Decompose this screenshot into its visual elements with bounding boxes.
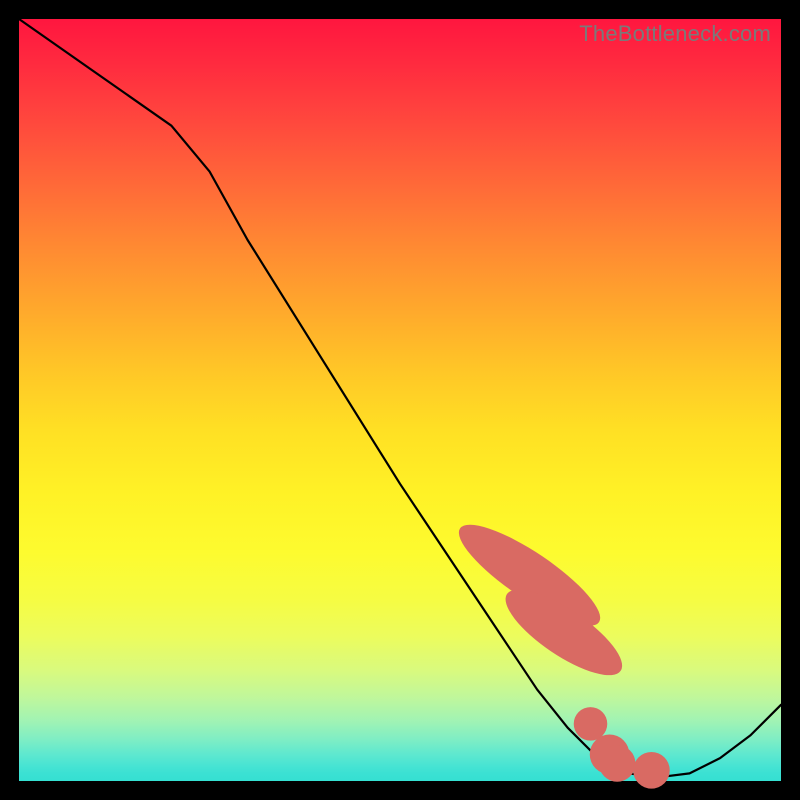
chart-overlay bbox=[19, 19, 781, 781]
marker-point bbox=[574, 707, 608, 741]
chart-frame: TheBottleneck.com bbox=[0, 0, 800, 800]
bottleneck-curve-line bbox=[19, 19, 781, 777]
curve-markers bbox=[447, 509, 669, 788]
marker-point bbox=[633, 752, 670, 789]
marker-point bbox=[599, 745, 636, 782]
plot-area: TheBottleneck.com bbox=[19, 19, 781, 781]
